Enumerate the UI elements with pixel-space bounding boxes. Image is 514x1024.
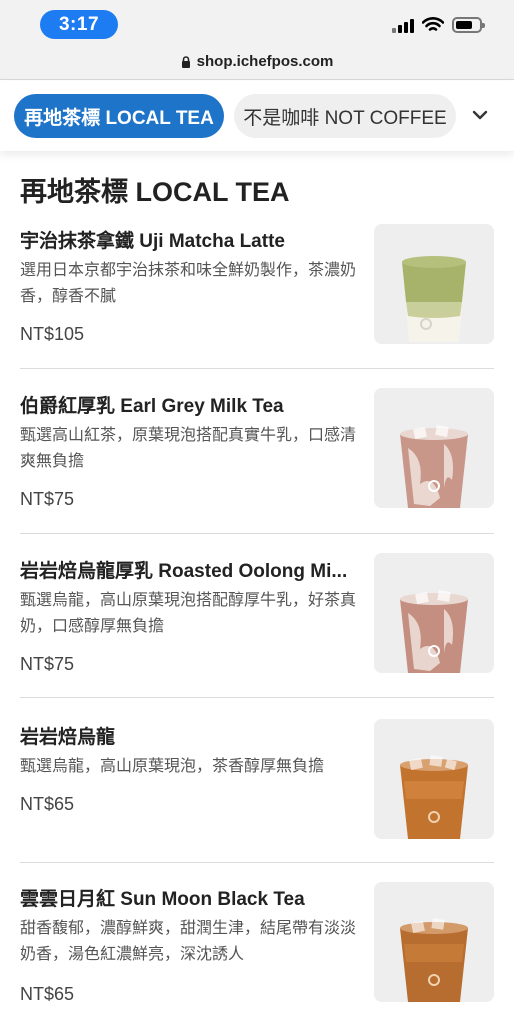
battery-icon (452, 17, 485, 33)
menu-item[interactable]: 宇治抹茶拿鐵 Uji Matcha Latte 選用日本京都宇治抹茶和味全鮮奶製… (20, 224, 494, 356)
tab-not-coffee[interactable]: 不是咖啡 NOT COFFEE (234, 94, 456, 138)
divider (20, 862, 494, 863)
item-price: NT$75 (20, 489, 75, 509)
section-title: 再地茶標 LOCAL TEA (20, 177, 290, 207)
black-tea-drink-icon (374, 719, 494, 839)
matcha-latte-drink-icon (374, 224, 494, 344)
item-photo (374, 719, 494, 839)
status-time: 3:17 (40, 10, 118, 39)
item-description: 甄選高山紅茶，原葉現泡搭配真實牛乳，口感清爽無負擔 (20, 427, 357, 470)
item-price: NT$75 (20, 654, 75, 674)
lock-icon (181, 55, 190, 68)
item-name: 宇治抹茶拿鐵 Uji Matcha Latte (20, 231, 285, 252)
status-bar: 3:17 (0, 0, 514, 44)
item-description: 甜香馥郁，濃醇鮮爽，甜潤生津，結尾帶有淡淡奶香，湯色紅濃鮮亮，深沈誘人 (20, 920, 357, 963)
item-name: 雲雲日月紅 Sun Moon Black Tea (20, 889, 305, 910)
item-photo (374, 882, 494, 1002)
divider (20, 697, 494, 698)
menu-item[interactable]: 岩岩焙烏龍 甄選烏龍，高山原葉現泡，茶香醇厚無負擔 NT$65 (20, 719, 494, 852)
menu-item[interactable]: 伯爵紅厚乳 Earl Grey Milk Tea 甄選高山紅茶，原葉現泡搭配真實… (20, 388, 494, 521)
status-icons (392, 17, 485, 33)
url-text: shop.ichefpos.com (196, 53, 334, 70)
wifi-icon (422, 17, 444, 31)
milk-tea-drink-icon (374, 553, 494, 673)
item-photo (374, 553, 494, 673)
divider (20, 368, 494, 369)
item-description: 甄選烏龍，高山原葉現泡搭配醇厚牛乳，好茶真奶，口感醇厚無負擔 (20, 592, 357, 635)
item-name: 伯爵紅厚乳 Earl Grey Milk Tea (20, 396, 284, 417)
item-price: NT$65 (20, 794, 75, 814)
item-price: NT$65 (20, 984, 75, 1004)
black-tea-drink-icon (374, 882, 494, 1002)
item-description: 選用日本京都宇治抹茶和味全鮮奶製作，茶濃奶香，醇香不膩 (20, 262, 357, 305)
item-name: 岩岩焙烏龍厚乳 Roasted Oolong Mi... (20, 561, 348, 582)
item-price: NT$105 (20, 324, 85, 344)
item-photo (374, 224, 494, 344)
category-tabs: 再地茶標 LOCAL TEA 不是咖啡 NOT COFFEE (0, 81, 514, 151)
chevron-down-icon[interactable] (470, 105, 490, 125)
tab-local-tea[interactable]: 再地茶標 LOCAL TEA (14, 94, 224, 138)
milk-tea-drink-icon (374, 388, 494, 508)
cellular-signal-icon (392, 17, 414, 33)
address-bar[interactable]: shop.ichefpos.com (0, 44, 514, 80)
item-name: 岩岩焙烏龍 (20, 727, 116, 748)
item-description: 甄選烏龍，高山原葉現泡，茶香醇厚無負擔 (20, 758, 325, 775)
divider (20, 533, 494, 534)
menu-item[interactable]: 雲雲日月紅 Sun Moon Black Tea 甜香馥郁，濃醇鮮爽，甜潤生津，… (20, 882, 494, 1014)
menu-item[interactable]: 岩岩焙烏龍厚乳 Roasted Oolong Mi... 甄選烏龍，高山原葉現泡… (20, 553, 494, 686)
item-photo (374, 388, 494, 508)
